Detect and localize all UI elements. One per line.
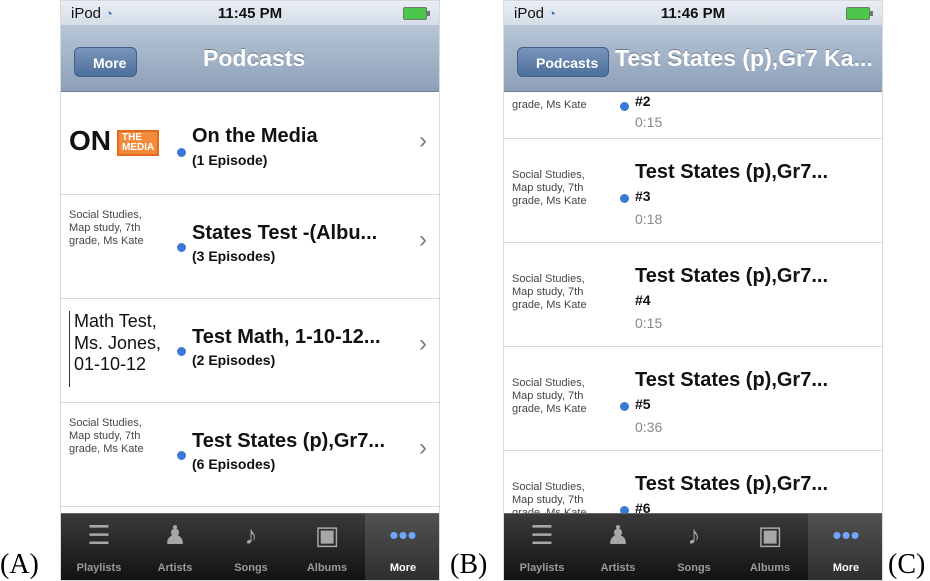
episode-row-4[interactable]: Social Studies, Map study, 7th grade, Ms…	[504, 243, 882, 347]
episode-count: (6 Episodes)	[192, 456, 276, 472]
podcast-episodes-screen: iPod ◔ 11:46 PM Podcasts Test States (p),…	[503, 0, 883, 581]
episode-duration: 0:36	[635, 419, 663, 435]
clock: 11:46 PM	[660, 5, 726, 22]
episode-duration: 0:15	[635, 315, 663, 331]
episode-number: #3	[635, 188, 651, 204]
page-title: Test States (p),Gr7 Ka...	[615, 45, 873, 71]
tab-more[interactable]: ••• More	[365, 514, 439, 580]
figure-label-a: (A)	[0, 549, 39, 580]
podcast-artwork: Social Studies, Map study, 7th grade, Ms…	[69, 209, 144, 248]
more-icon: •••	[832, 520, 860, 550]
wifi-icon: ◔	[105, 6, 113, 21]
tab-playlists[interactable]: ☰ Playlists	[61, 514, 137, 580]
podcast-artwork: Math Test, Ms. Jones, 01-10-12	[69, 311, 170, 387]
albums-icon: ▣	[314, 520, 340, 550]
episode-list[interactable]: grade, Ms Kate #2 0:15 Social Studies, M…	[504, 91, 882, 517]
podcast-row-on-the-media[interactable]: ON THE MEDIA On the Media (1 Episode) ›	[61, 91, 439, 195]
episode-count: (1 Episode)	[192, 152, 268, 168]
songs-icon: ♪	[687, 520, 701, 550]
episode-artwork: Social Studies, Map study, 7th grade, Ms…	[512, 377, 587, 416]
episode-artwork: Social Studies, Map study, 7th grade, Ms…	[512, 481, 587, 517]
podcast-list[interactable]: ON THE MEDIA On the Media (1 Episode) › So…	[61, 91, 439, 517]
episode-number: #5	[635, 396, 651, 412]
unplayed-dot-icon	[620, 102, 629, 111]
episode-row-2[interactable]: grade, Ms Kate #2 0:15	[504, 91, 882, 139]
navigation-bar: More Podcasts	[61, 25, 439, 92]
wifi-icon: ◔	[548, 6, 556, 21]
unplayed-dot-icon	[620, 194, 629, 203]
unplayed-dot-icon	[177, 243, 186, 252]
podcast-title: On the Media	[192, 125, 318, 147]
artists-icon: ♟	[606, 520, 630, 550]
tab-more[interactable]: ••• More	[808, 514, 882, 580]
podcast-row-states-test[interactable]: Social Studies, Map study, 7th grade, Ms…	[61, 195, 439, 299]
tab-playlists[interactable]: ☰ Playlists	[504, 514, 580, 580]
carrier-label: iPod ◔	[514, 5, 556, 22]
tab-albums[interactable]: ▣ Albums	[289, 514, 365, 580]
episode-row-6[interactable]: Social Studies, Map study, 7th grade, Ms…	[504, 451, 882, 517]
episode-number: #4	[635, 292, 651, 308]
unplayed-dot-icon	[620, 402, 629, 411]
podcast-title: States Test -(Albu...	[192, 222, 378, 244]
more-icon: •••	[389, 520, 417, 550]
battery-icon	[403, 7, 430, 20]
playlists-icon: ☰	[530, 520, 554, 550]
battery-icon	[846, 7, 873, 20]
episode-title: Test States (p),Gr7...	[635, 369, 829, 391]
podcast-title: Test Math, 1-10-12...	[192, 326, 381, 348]
episode-count: (3 Episodes)	[192, 248, 276, 264]
albums-icon: ▣	[757, 520, 783, 550]
podcasts-screen: iPod ◔ 11:45 PM More Podcasts ON THE MEDIA …	[60, 0, 440, 581]
tab-songs[interactable]: ♪ Songs	[656, 514, 732, 580]
songs-icon: ♪	[244, 520, 258, 550]
back-button-more[interactable]: More	[74, 47, 138, 77]
episode-number: #2	[635, 93, 651, 109]
tab-albums[interactable]: ▣ Albums	[732, 514, 808, 580]
tab-bar: ☰ Playlists ♟ Artists ♪ Songs ▣ Albums ••• Mo…	[61, 513, 439, 580]
episode-artwork: Social Studies, Map study, 7th grade, Ms…	[512, 169, 587, 208]
episode-row-5[interactable]: Social Studies, Map study, 7th grade, Ms…	[504, 347, 882, 451]
episode-artwork: Social Studies, Map study, 7th grade, Ms…	[512, 273, 587, 312]
chevron-right-icon: ›	[419, 127, 427, 154]
tab-artists[interactable]: ♟ Artists	[137, 514, 213, 580]
episode-title: Test States (p),Gr7...	[635, 161, 829, 183]
podcast-row-test-states[interactable]: Social Studies, Map study, 7th grade, Ms…	[61, 403, 439, 507]
unplayed-dot-icon	[177, 148, 186, 157]
episode-duration: 0:18	[635, 211, 663, 227]
status-bar: iPod ◔ 11:45 PM	[61, 1, 439, 25]
episode-row-3[interactable]: Social Studies, Map study, 7th grade, Ms…	[504, 139, 882, 243]
chevron-right-icon: ›	[419, 330, 427, 357]
unplayed-dot-icon	[177, 347, 186, 356]
carrier-label: iPod ◔	[71, 5, 113, 22]
podcast-artwork: ON THE MEDIA	[69, 124, 165, 200]
chevron-right-icon: ›	[419, 226, 427, 253]
episode-count: (2 Episodes)	[192, 352, 276, 368]
tab-bar: ☰ Playlists ♟ Artists ♪ Songs ▣ Albums ••• Mo…	[504, 513, 882, 580]
chevron-right-icon: ›	[419, 434, 427, 461]
episode-title: Test States (p),Gr7...	[635, 473, 829, 495]
podcast-artwork: Social Studies, Map study, 7th grade, Ms…	[69, 417, 144, 456]
figure-label-c: (C)	[888, 549, 926, 580]
back-button-podcasts[interactable]: Podcasts	[517, 47, 610, 77]
podcast-row-test-math[interactable]: Math Test, Ms. Jones, 01-10-12 Test Math…	[61, 299, 439, 403]
unplayed-dot-icon	[177, 451, 186, 460]
page-title: Podcasts	[203, 45, 306, 71]
tab-songs[interactable]: ♪ Songs	[213, 514, 289, 580]
status-bar: iPod ◔ 11:46 PM	[504, 1, 882, 25]
episode-title: Test States (p),Gr7...	[635, 265, 829, 287]
navigation-bar: Podcasts Test States (p),Gr7 Ka...	[504, 25, 882, 92]
tab-artists[interactable]: ♟ Artists	[580, 514, 656, 580]
artists-icon: ♟	[163, 520, 187, 550]
figure-label-b: (B)	[450, 549, 488, 580]
episode-duration: 0:15	[635, 114, 663, 130]
clock: 11:45 PM	[217, 5, 283, 22]
playlists-icon: ☰	[87, 520, 111, 550]
podcast-title: Test States (p),Gr7...	[192, 430, 386, 452]
